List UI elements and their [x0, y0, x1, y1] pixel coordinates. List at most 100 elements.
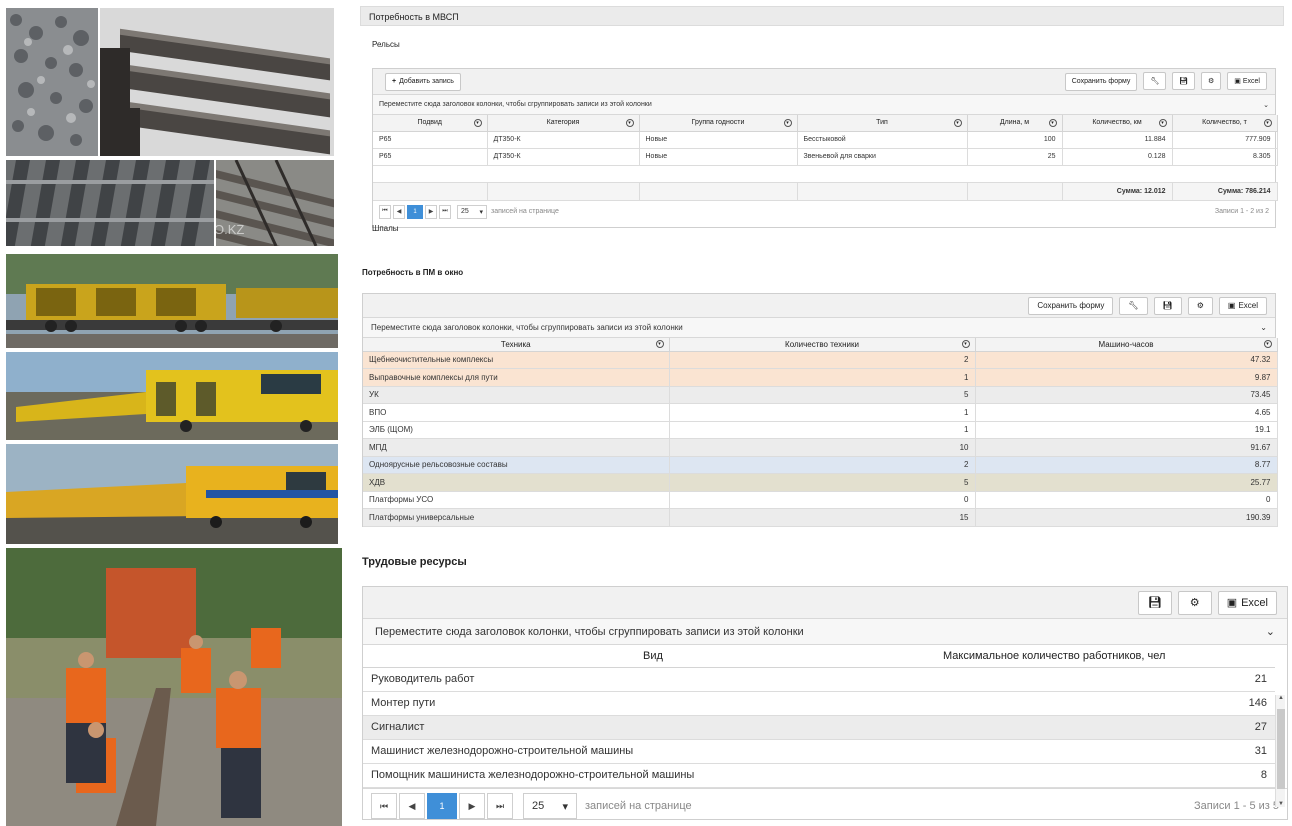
col-header-t[interactable]: Количество, т ▾ — [1172, 115, 1278, 132]
sum-km: Сумма: 12.012 — [1062, 182, 1173, 201]
col-header-type[interactable]: Тип ▾ — [797, 115, 968, 132]
wrench-icon[interactable]: 🔧︎ — [1119, 296, 1148, 315]
filter-icon[interactable]: ▾ — [953, 118, 962, 127]
save-form-button[interactable]: Сохранить форму — [1064, 72, 1138, 91]
excel-export-button[interactable]: ▣ Excel — [1227, 72, 1267, 91]
labour-group-drop-area[interactable]: Переместите сюда заголовок колонки, чтоб… — [363, 619, 1287, 645]
mvsp-section-header[interactable]: Потребность в МВСП — [360, 6, 1284, 26]
vertical-scrollbar[interactable]: ▲ ▼ — [1275, 695, 1285, 807]
filter-icon[interactable]: ▾ — [625, 118, 634, 127]
col-header-length[interactable]: Длина, м ▾ — [967, 115, 1063, 132]
filter-icon[interactable]: ▾ — [783, 118, 792, 127]
machines-panel: Потребность в ПМ в окно Сохранить форму … — [360, 258, 1284, 530]
sleepers-section-title[interactable]: Шпалы — [372, 224, 399, 233]
scroll-down-icon[interactable]: ▼ — [1276, 801, 1286, 807]
table-row[interactable]: Машинист железнодорожно-строительной маш… — [363, 739, 1275, 764]
scrollbar-thumb[interactable] — [1277, 709, 1285, 789]
table-row[interactable]: Монтер пути 146 — [363, 691, 1275, 716]
table-row[interactable]: Руководитель работ 21 — [363, 667, 1275, 692]
col-header-machine[interactable]: Техника ▾ — [363, 338, 670, 352]
table-row[interactable]: Р65 ДТ350-К Новые Бесстыковой 100 11.884… — [373, 131, 1278, 149]
table-row[interactable]: ВПО 1 4.65 — [363, 403, 1278, 422]
filter-icon[interactable]: ▾ — [961, 340, 970, 349]
filter-icon[interactable]: ▾ — [1263, 340, 1272, 349]
cell-km: 11.884 — [1062, 131, 1173, 149]
col-header-hours[interactable]: Машино-часов ▾ — [975, 338, 1278, 352]
excel-label: Excel — [1242, 77, 1260, 85]
filter-icon[interactable]: ▾ — [1048, 118, 1057, 127]
labour-table: Вид Максимальное количество работников, … — [363, 645, 1275, 788]
col-header-max-workers[interactable]: Максимальное количество работников, чел — [943, 645, 1275, 668]
records-info: Записи 1 - 5 из 5 — [1194, 800, 1279, 812]
col-header-kind[interactable]: Вид — [363, 645, 943, 668]
next-page-button[interactable]: ▶ — [425, 204, 437, 219]
rails-group-drop-area[interactable]: Переместите сюда заголовок колонки, чтоб… — [373, 95, 1275, 115]
group-hint-text: Переместите сюда заголовок колонки, чтоб… — [379, 101, 652, 108]
prev-page-button[interactable]: ◀ — [399, 793, 425, 819]
chevron-down-icon[interactable]: ⌄ — [1263, 101, 1269, 109]
plus-icon: + — [392, 78, 397, 85]
table-row[interactable]: МПД 10 91.67 — [363, 438, 1278, 457]
add-record-button[interactable]: + Добавить запись — [385, 72, 461, 91]
table-row[interactable]: Одноярусные рельсовозные составы 2 8.77 — [363, 456, 1278, 474]
rails-photo — [100, 8, 334, 156]
table-row[interactable]: ХДВ 5 25.77 — [363, 473, 1278, 492]
page-size-select[interactable]: 25 ▾ — [523, 793, 577, 819]
rails-panel: Потребность в МВСП Рельсы + Добавить зап… — [360, 6, 1284, 248]
table-row[interactable]: Помощник машиниста железнодорожно-строит… — [363, 763, 1275, 788]
last-page-button[interactable]: ⏭ — [487, 793, 513, 819]
filter-icon[interactable]: ▾ — [1263, 118, 1272, 127]
table-row[interactable]: Сигналист 27 — [363, 715, 1275, 740]
cell-t: 777.909 — [1172, 131, 1278, 149]
machines-toolbar: Сохранить форму 🔧︎ 💾︎ ⚙ ▣ Excel — [363, 294, 1275, 318]
page-1-button[interactable]: 1 — [427, 793, 457, 819]
table-row[interactable]: Выправочные комплексы для пути 1 9.87 — [363, 368, 1278, 387]
col-header-km[interactable]: Количество, км ▾ — [1062, 115, 1173, 132]
filter-icon[interactable]: ▾ — [473, 118, 482, 127]
table-row[interactable]: Платформы универсальные 15 190.39 — [363, 508, 1278, 527]
group-hint-text: Переместите сюда заголовок колонки, чтоб… — [375, 625, 804, 638]
first-page-button[interactable]: ⏮ — [371, 793, 397, 819]
floppy-save-icon[interactable]: 💾︎ — [1172, 72, 1196, 91]
col-header-group[interactable]: Группа годности ▾ — [639, 115, 798, 132]
col-header-subtype[interactable]: Подвид ▾ — [373, 115, 488, 132]
next-page-button[interactable]: ▶ — [459, 793, 485, 819]
chevron-down-icon[interactable]: ⌄ — [1260, 323, 1267, 332]
last-page-button[interactable]: ⏭ — [439, 204, 451, 219]
page-1-button[interactable]: 1 — [407, 204, 423, 219]
wrench-icon[interactable]: 🔧︎ — [1143, 72, 1167, 91]
dropdown-arrow-icon: ▾ — [479, 208, 483, 216]
col-header-count[interactable]: Количество техники ▾ — [669, 338, 976, 352]
first-page-button[interactable]: ⏮ — [379, 204, 391, 219]
gear-settings-icon[interactable]: ⚙ — [1177, 590, 1212, 615]
save-form-button[interactable]: Сохранить форму — [1028, 296, 1114, 315]
floppy-save-icon[interactable]: 💾︎ — [1153, 296, 1182, 315]
table-row[interactable]: Р65 ДТ350-К Новые Звеньевой для сварки 2… — [373, 148, 1278, 166]
chevron-down-icon[interactable]: ⌄ — [1266, 625, 1275, 638]
machines-group-drop-area[interactable]: Переместите сюда заголовок колонки, чтоб… — [363, 318, 1275, 338]
filter-icon[interactable]: ▾ — [655, 340, 664, 349]
hopper-wagon-photo — [6, 254, 338, 348]
add-record-label: Добавить запись — [399, 78, 454, 85]
rails-toolbar: + Добавить запись Сохранить форму 🔧︎ 💾︎ … — [373, 69, 1275, 95]
excel-export-button[interactable]: ▣ Excel — [1217, 590, 1277, 615]
gear-settings-icon[interactable]: ⚙ — [1201, 72, 1222, 91]
cell-type: Звеньевой для сварки — [797, 148, 968, 166]
scroll-up-icon[interactable]: ▲ — [1276, 695, 1286, 701]
labour-panel: Трудовые ресурсы 💾︎ ⚙ ▣ Excel Переместит… — [360, 548, 1292, 826]
sum-row: Сумма: 12.012 Сумма: 786.214 — [373, 182, 1278, 201]
table-row[interactable]: УК 5 73.45 — [363, 386, 1278, 404]
table-row[interactable]: Платформы УСО 0 0 — [363, 491, 1278, 509]
gear-settings-icon[interactable]: ⚙ — [1187, 296, 1213, 315]
page-size-select[interactable]: 25 ▾ — [457, 204, 487, 219]
track-machine-photo — [6, 352, 338, 440]
floppy-save-icon[interactable]: 💾︎ — [1137, 590, 1172, 615]
table-row[interactable]: Щебнеочистительные комплексы 2 47.32 — [363, 351, 1278, 369]
excel-export-button[interactable]: ▣ Excel — [1218, 296, 1267, 315]
prev-page-button[interactable]: ◀ — [393, 204, 405, 219]
labour-pager: ⏮ ◀ 1 ▶ ⏭ 25 ▾ записей на странице Запис… — [363, 787, 1287, 824]
table-row[interactable]: ЭЛБ (ЩОМ) 1 19.1 — [363, 421, 1278, 439]
track-panel-photo: ЖДПРОСНАБ ПРО.KZ — [216, 160, 334, 246]
filter-icon[interactable]: ▾ — [1158, 118, 1167, 127]
col-header-category[interactable]: Категория ▾ — [487, 115, 640, 132]
